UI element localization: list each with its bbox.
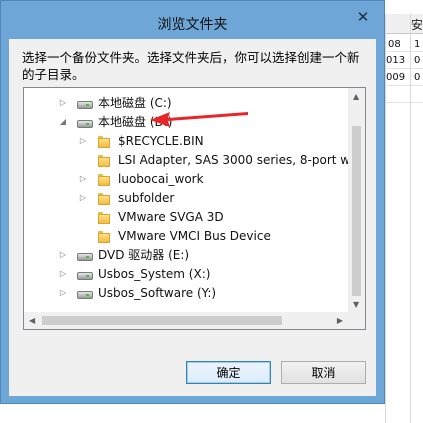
folder-icon — [96, 153, 112, 167]
tree-item-folder[interactable]: VMware VMCI Bus Device — [78, 226, 271, 245]
table-cell: 0 — [414, 55, 421, 66]
row-divider — [385, 85, 423, 86]
tree-item-label: Usbos_Software (Y:) — [98, 285, 217, 300]
folder-icon — [96, 134, 112, 148]
folder-icon — [96, 172, 112, 186]
tree-item-label: VMware SVGA 3D — [118, 209, 224, 224]
drive-icon — [76, 115, 93, 129]
dvd-drive-icon — [76, 248, 93, 262]
dialog-body: 选择一个备份文件夹。选择文件夹后，你可以选择创建一个新的子目录。 ▷ 本地磁盘 … — [9, 39, 376, 396]
cancel-button[interactable]: 取消 — [281, 361, 366, 384]
ok-button[interactable]: 确定 — [186, 361, 271, 384]
tree-item-label: subfolder — [118, 190, 175, 205]
table-cell: 0 — [414, 72, 421, 83]
window-title: 浏览文件夹 — [157, 17, 228, 33]
tree-item-label: DVD 驱动器 (E:) — [98, 248, 190, 262]
tree-item-folder[interactable]: VMware SVGA 3D — [78, 207, 224, 226]
tree-item-drive-x[interactable]: ▷ Usbos_System (X:) — [58, 264, 211, 283]
expand-icon[interactable]: ▷ — [58, 98, 68, 107]
tree-item-folder[interactable]: LSI Adapter, SAS 3000 series, 8-port wit… — [78, 150, 366, 169]
browse-folder-dialog: 浏览文件夹 ✕ 选择一个备份文件夹。选择文件夹后，你可以选择创建一个新的子目录。… — [0, 0, 385, 404]
tree-item-label: Usbos_System (X:) — [98, 266, 211, 281]
close-icon: ✕ — [356, 7, 370, 26]
tree-item-label: LSI Adapter, SAS 3000 series, 8-port wit… — [118, 152, 366, 167]
row-divider — [385, 51, 423, 52]
expand-icon[interactable]: ▷ — [78, 174, 88, 183]
tree-item-label: VMware VMCI Bus Device — [118, 228, 271, 243]
table-cell: 013 — [386, 55, 406, 66]
column-header-label: 安 — [411, 18, 423, 32]
table-cell: 009 — [386, 72, 406, 83]
tree-item-dvd-drive[interactable]: ▷ DVD 驱动器 (E:) — [58, 245, 189, 264]
vertical-scrollbar[interactable]: ▲ ▼ — [348, 88, 365, 312]
close-button[interactable]: ✕ — [350, 7, 376, 27]
folder-icon — [96, 210, 112, 224]
vertical-scroll-thumb[interactable] — [352, 126, 361, 296]
tree-item-label: luobocai_work — [118, 171, 204, 186]
column-header: 安 — [385, 14, 423, 34]
collapse-icon[interactable]: ◢ — [58, 117, 68, 126]
title-bar[interactable]: 浏览文件夹 ✕ — [1, 1, 384, 39]
tree-item-drive-y[interactable]: ▷ Usbos_Software (Y:) — [58, 283, 216, 302]
row-divider — [385, 102, 423, 103]
description-text: 选择一个备份文件夹。选择文件夹后，你可以选择创建一个新的子目录。 — [22, 50, 360, 82]
tree-item-folder[interactable]: ▷ subfolder — [78, 188, 174, 207]
table-cell: 1 — [414, 39, 421, 50]
expand-icon[interactable]: ▷ — [58, 269, 68, 278]
scroll-right-icon[interactable]: ▶ — [337, 316, 343, 325]
column-divider — [410, 14, 411, 423]
table-cell: 08 — [388, 39, 401, 50]
folder-icon — [96, 229, 112, 243]
tree-item-label: $RECYCLE.BIN — [118, 133, 204, 148]
expand-icon[interactable]: ▷ — [58, 288, 68, 297]
annotation-arrow-icon — [150, 112, 248, 127]
drive-icon — [76, 267, 93, 281]
scrollbar-corner — [348, 312, 365, 329]
drive-icon — [76, 286, 93, 300]
expand-icon[interactable]: ▷ — [58, 250, 68, 259]
folder-icon — [96, 191, 112, 205]
expand-icon[interactable]: ▷ — [78, 136, 88, 145]
scroll-down-icon[interactable]: ▼ — [353, 300, 359, 309]
horizontal-scrollbar[interactable]: ◀ ▶ — [24, 312, 348, 329]
tree-item-folder[interactable]: ▷ luobocai_work — [78, 169, 204, 188]
horizontal-scroll-thumb[interactable] — [42, 316, 282, 325]
scroll-left-icon[interactable]: ◀ — [29, 316, 35, 325]
row-divider — [385, 68, 423, 69]
tree-item-folder[interactable]: ▷ $RECYCLE.BIN — [78, 131, 204, 150]
drive-icon — [76, 96, 93, 110]
expand-icon[interactable]: ▷ — [78, 193, 88, 202]
scroll-up-icon[interactable]: ▲ — [353, 92, 359, 101]
